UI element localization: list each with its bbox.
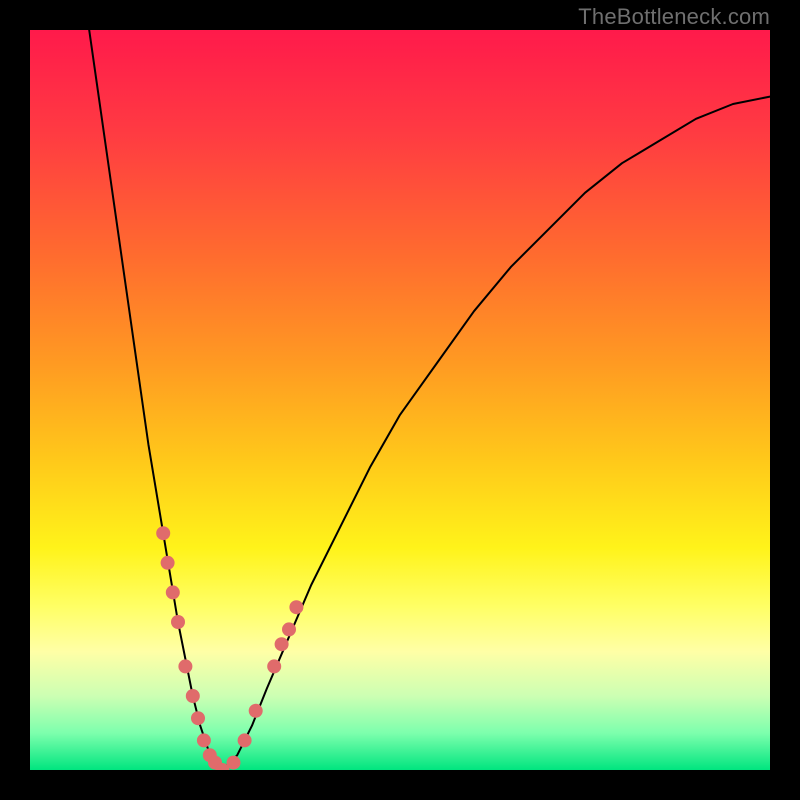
curves-layer: [30, 30, 770, 770]
marker-dot: [289, 600, 303, 614]
marker-dot: [156, 526, 170, 540]
marker-dot: [227, 756, 241, 770]
marker-dot: [249, 704, 263, 718]
chart-frame: TheBottleneck.com: [0, 0, 800, 800]
bottleneck-curve-right: [222, 97, 770, 770]
bottleneck-curve-left: [89, 30, 222, 770]
marker-dot: [267, 659, 281, 673]
marker-dot: [191, 711, 205, 725]
plot-area: [30, 30, 770, 770]
marker-dot: [186, 689, 200, 703]
watermark-label: TheBottleneck.com: [578, 4, 770, 30]
marker-dot: [238, 733, 252, 747]
marker-dot: [171, 615, 185, 629]
marker-dot: [178, 659, 192, 673]
marker-dot: [161, 556, 175, 570]
marker-dot: [197, 733, 211, 747]
marker-dot: [166, 585, 180, 599]
marker-dot: [275, 637, 289, 651]
marker-dot: [282, 622, 296, 636]
